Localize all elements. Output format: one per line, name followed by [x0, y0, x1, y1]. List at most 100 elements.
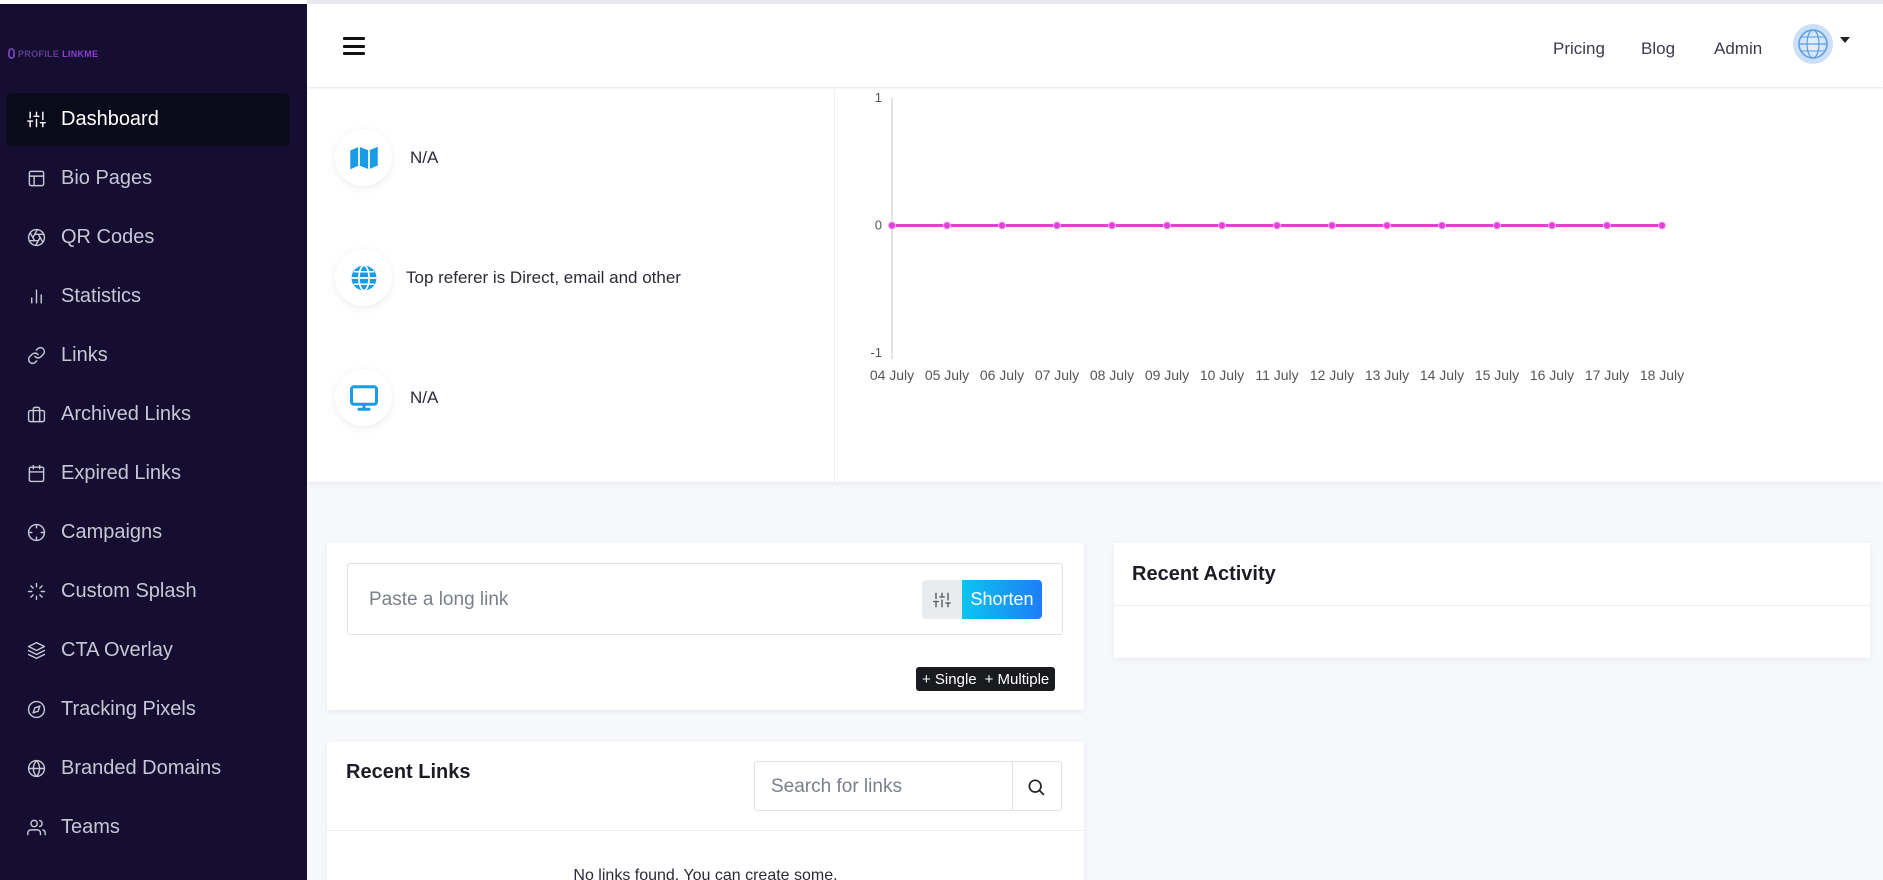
- sidebar-item-label: Bio Pages: [61, 167, 153, 189]
- compass-icon: [26, 700, 46, 720]
- sidebar-item-branded-domains[interactable]: Branded Domains: [6, 742, 290, 795]
- divider: [1114, 605, 1870, 606]
- sidebar: PROFILE LINKME Dashboard Bio Pages QR Cod…: [0, 0, 307, 880]
- divider: [327, 830, 1084, 831]
- shorten-button[interactable]: Shorten: [962, 580, 1042, 619]
- hamburger-menu-icon[interactable]: [343, 37, 365, 55]
- sidebar-item-cta-overlay[interactable]: CTA Overlay: [6, 624, 290, 677]
- loader-icon: [26, 582, 46, 602]
- sidebar-item-bio-pages[interactable]: Bio Pages: [6, 152, 290, 205]
- nav-link-pricing[interactable]: Pricing: [1553, 39, 1605, 59]
- data-point: [1603, 221, 1611, 230]
- bar-chart-icon: [26, 287, 46, 307]
- x-tick-label: 09 July: [1145, 367, 1189, 383]
- x-tick-label: 16 July: [1530, 367, 1574, 383]
- x-tick-label: 10 July: [1200, 367, 1244, 383]
- x-tick-label: 06 July: [980, 367, 1024, 383]
- x-tick-label: 08 July: [1090, 367, 1134, 383]
- crosshair-icon: [26, 523, 46, 543]
- long-link-input[interactable]: Paste a long link Shorten: [347, 563, 1063, 635]
- x-tick-label: 13 July: [1365, 367, 1409, 383]
- search-divider: [1012, 762, 1013, 810]
- single-mode-button[interactable]: + Single: [922, 671, 977, 688]
- stat-referer-text: Top referer is Direct, email and other: [406, 267, 681, 287]
- multiple-mode-button[interactable]: + Multiple: [985, 671, 1050, 688]
- sidebar-item-label: Branded Domains: [61, 757, 222, 779]
- sidebar-item-label: Tracking Pixels: [61, 698, 196, 720]
- sidebar-item-links[interactable]: Links: [6, 329, 290, 382]
- top-header: Pricing Blog Admin: [307, 4, 1883, 88]
- x-tick-label: 15 July: [1475, 367, 1519, 383]
- stat-country: N/A: [335, 129, 438, 186]
- sidebar-item-campaigns[interactable]: Campaigns: [6, 506, 290, 559]
- y-tick-label: 1: [875, 90, 882, 105]
- sidebar-item-label: Statistics: [61, 285, 142, 307]
- data-point: [1438, 221, 1446, 230]
- sidebar-item-qr-codes[interactable]: QR Codes: [6, 211, 290, 264]
- empty-links-message: No links found. You can create some.: [573, 867, 838, 880]
- search-links-input[interactable]: Search for links: [754, 761, 1062, 811]
- x-tick-label: 11 July: [1255, 367, 1298, 383]
- logo-mark-icon: [8, 48, 15, 59]
- data-point: [1108, 221, 1116, 230]
- shorten-card: Paste a long link Shorten + Single + Mul…: [327, 543, 1084, 710]
- user-menu-caret-icon[interactable]: [1840, 37, 1850, 43]
- brand-logo[interactable]: PROFILE LINKME: [8, 48, 98, 59]
- data-point: [888, 221, 896, 230]
- clicks-chart-svg: 1 0 -1 04 July 05 July 06 July 07 July 08 July 0…: [870, 90, 1684, 383]
- avatar-globe-icon: [1798, 29, 1828, 59]
- data-point: [1658, 221, 1666, 230]
- sidebar-item-dashboard[interactable]: Dashboard: [6, 93, 290, 146]
- x-tick-label: 05 July: [925, 367, 969, 383]
- sidebar-item-tracking-pixels[interactable]: Tracking Pixels: [6, 683, 290, 736]
- clicks-chart: 1 0 -1 04 July 05 July 06 July 07 July 08 July 0…: [835, 89, 1883, 482]
- sliders-icon: [26, 110, 46, 130]
- recent-links-title: Recent Links: [346, 761, 471, 783]
- recent-links-card: Recent Links Search for links No links f…: [327, 742, 1084, 880]
- y-tick-label: -1: [870, 345, 882, 360]
- sidebar-item-label: Archived Links: [61, 403, 192, 425]
- sidebar-nav: Dashboard Bio Pages QR Codes Statistics …: [6, 93, 290, 860]
- sidebar-item-label: Custom Splash: [61, 580, 197, 602]
- sliders-icon: [933, 592, 951, 607]
- sidebar-item-custom-splash[interactable]: Custom Splash: [6, 565, 290, 618]
- monitor-icon: [335, 369, 392, 426]
- data-point: [998, 221, 1006, 230]
- stat-device-text: N/A: [410, 387, 439, 407]
- layers-icon: [26, 641, 46, 661]
- sidebar-item-label: Expired Links: [61, 462, 182, 484]
- nav-link-admin[interactable]: Admin: [1714, 39, 1762, 59]
- sidebar-item-label: QR Codes: [61, 226, 155, 248]
- data-point: [1328, 221, 1336, 230]
- sidebar-item-statistics[interactable]: Statistics: [6, 270, 290, 323]
- link-options-button[interactable]: [922, 580, 962, 619]
- sidebar-item-label: Links: [61, 344, 108, 366]
- globe-icon: [335, 249, 392, 306]
- nav-link-blog[interactable]: Blog: [1641, 39, 1675, 59]
- shorten-mode-toggle: + Single + Multiple: [916, 667, 1056, 691]
- sidebar-item-archived-links[interactable]: Archived Links: [6, 388, 290, 441]
- stat-device: N/A: [335, 369, 438, 426]
- x-tick-label: 07 July: [1035, 367, 1079, 383]
- sidebar-item-label: Campaigns: [61, 521, 163, 543]
- data-point: [1548, 221, 1556, 230]
- x-tick-label: 04 July: [870, 367, 914, 383]
- recent-activity-card: Recent Activity: [1114, 543, 1870, 658]
- search-links-placeholder: Search for links: [771, 776, 902, 797]
- sidebar-item-label: CTA Overlay: [61, 639, 173, 661]
- data-point: [1273, 221, 1281, 230]
- layout-icon: [26, 169, 46, 189]
- x-tick-label: 14 July: [1420, 367, 1464, 383]
- sidebar-item-label: Dashboard: [61, 108, 159, 130]
- calendar-icon: [26, 464, 46, 484]
- sidebar-item-teams[interactable]: Teams: [6, 801, 290, 854]
- y-tick-label: 0: [875, 218, 882, 233]
- user-avatar[interactable]: [1793, 24, 1833, 64]
- recent-activity-title: Recent Activity: [1132, 563, 1276, 585]
- briefcase-icon: [26, 405, 46, 425]
- data-point: [1383, 221, 1391, 230]
- map-icon: [335, 129, 392, 186]
- sidebar-item-expired-links[interactable]: Expired Links: [6, 447, 290, 500]
- search-icon[interactable]: [1026, 777, 1046, 797]
- stats-panel: N/A Top referer is Direct, email and oth…: [307, 89, 1883, 482]
